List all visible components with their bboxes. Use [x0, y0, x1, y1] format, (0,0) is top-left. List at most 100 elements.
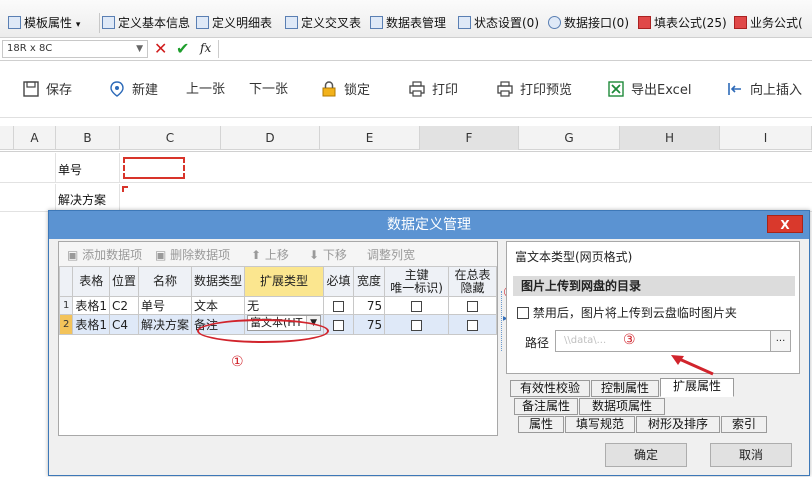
fill-formula-button[interactable]: 填表公式(25)	[638, 14, 727, 32]
business-formula-button[interactable]: 业务公式(	[734, 14, 803, 32]
cell-marker	[122, 186, 128, 192]
chevron-down-icon: ▾	[75, 20, 81, 30]
print-button[interactable]: 打印	[408, 80, 458, 100]
path-input[interactable]: \\data\... ...	[555, 330, 791, 352]
tab-fill-rules[interactable]: 填写规范	[565, 416, 635, 433]
flag-icon	[638, 16, 651, 29]
cross-table-button[interactable]: 定义交叉表	[285, 14, 361, 32]
top-menu-bar: 模板属性 ▾ 定义基本信息 定义明细表 定义交叉表 数据表管理 状态设置(0) …	[0, 0, 812, 38]
template-icon	[8, 16, 21, 29]
basic-info-button[interactable]: 定义基本信息	[102, 14, 190, 32]
data-interface-button[interactable]: 数据接口(0)	[548, 14, 629, 32]
sheet-row: 单号	[0, 153, 812, 183]
cancel-button[interactable]: 取消	[710, 443, 792, 467]
tab-extension[interactable]: 扩展属性	[660, 378, 734, 397]
tab-properties[interactable]: 属性	[518, 416, 564, 433]
adjust-width-button[interactable]: 调整列宽	[367, 246, 415, 263]
column-header-row: A B C D E F G H I	[0, 126, 812, 150]
excel-icon	[608, 81, 624, 97]
tab-control[interactable]: 控制属性	[591, 380, 659, 397]
column-header[interactable]: D	[221, 126, 320, 150]
add-icon: ▣	[67, 248, 79, 262]
path-label: 路径	[525, 336, 550, 350]
sheet-row: 解决方案	[0, 184, 812, 212]
new-button[interactable]: 新建	[108, 80, 158, 100]
browse-button[interactable]: ...	[770, 331, 790, 351]
location-icon	[110, 81, 124, 97]
delete-icon: ▣	[155, 248, 167, 262]
cross-table-icon	[285, 16, 298, 29]
pk-checkbox[interactable]	[411, 319, 423, 331]
tab-tree-sort[interactable]: 树形及排序	[636, 416, 720, 433]
column-header[interactable]: I	[720, 126, 812, 150]
add-item-button[interactable]: ▣ 添加数据项	[67, 246, 142, 263]
data-definition-dialog: 数据定义管理 X ▣ 添加数据项 ▣ 删除数据项 ⬆ 上移 ⬇ 下移 调整列宽 …	[48, 210, 810, 476]
tab-dataitem[interactable]: 数据项属性	[579, 398, 665, 415]
table-row[interactable]: 1 表格1 C2 单号 文本 无 75	[58, 296, 497, 315]
save-button[interactable]: 保存	[22, 80, 72, 100]
tab-validity[interactable]: 有效性校验	[510, 380, 590, 397]
annotation-arrow-icon	[671, 355, 714, 376]
column-header[interactable]: H	[620, 126, 720, 150]
lock-icon	[322, 81, 336, 97]
column-header[interactable]: F	[420, 126, 519, 150]
confirm-icon[interactable]: ✔	[176, 39, 189, 58]
move-down-button[interactable]: ⬇ 下移	[309, 246, 347, 263]
annotation-marker-3: ③	[623, 332, 636, 348]
cancel-icon[interactable]: ✕	[154, 39, 167, 58]
formula-bar: 18R x 8C ▼ ✕ ✔ fx	[0, 38, 812, 61]
cell-reference-box[interactable]: 18R x 8C ▼	[2, 40, 148, 58]
print-preview-icon	[497, 81, 513, 97]
disable-option[interactable]: 禁用后，图片将上传到云盘临时图片夹	[517, 304, 737, 321]
print-preview-button[interactable]: 打印预览	[496, 80, 572, 100]
required-checkbox[interactable]	[332, 319, 344, 331]
section-title: 图片上传到网盘的目录	[513, 276, 795, 296]
required-checkbox[interactable]	[332, 300, 344, 312]
insert-arrow-icon	[728, 83, 741, 95]
cell-label-number: 单号	[58, 163, 83, 177]
data-items-panel: ▣ 添加数据项 ▣ 删除数据项 ⬆ 上移 ⬇ 下移 调整列宽 表格 位置 名称 …	[58, 241, 498, 436]
chevron-down-icon[interactable]: ▼	[136, 41, 143, 57]
table-icon	[196, 16, 209, 29]
cell-label-solution: 解决方案	[58, 193, 107, 207]
hide-checkbox[interactable]	[467, 319, 479, 331]
printer-icon	[409, 81, 425, 97]
column-header[interactable]: A	[14, 126, 56, 150]
formula-input[interactable]	[218, 40, 812, 58]
table-header-row: 表格 位置 名称 数据类型 扩展类型 必填 宽度 主键 唯一标识) 在总表 隐藏	[58, 266, 497, 297]
data-items-toolbar: ▣ 添加数据项 ▣ 删除数据项 ⬆ 上移 ⬇ 下移 调整列宽	[59, 242, 497, 266]
status-icon	[458, 16, 471, 29]
gear-icon	[548, 16, 561, 29]
properties-panel: 富文本类型(网页格式) 图片上传到网盘的目录 禁用后，图片将上传到云盘临时图片夹…	[506, 241, 800, 376]
next-button[interactable]: 下一张	[249, 80, 288, 100]
cell-input-c2[interactable]	[123, 157, 185, 179]
status-setting-button[interactable]: 状态设置(0)	[458, 14, 539, 32]
hide-checkbox[interactable]	[467, 300, 479, 312]
column-header[interactable]: E	[320, 126, 420, 150]
column-header[interactable]: C	[120, 126, 221, 150]
template-props-menu[interactable]: 模板属性 ▾	[8, 14, 80, 32]
detail-table-button[interactable]: 定义明细表	[196, 14, 272, 32]
disable-checkbox[interactable]	[517, 307, 529, 319]
move-up-button[interactable]: ⬆ 上移	[251, 246, 289, 263]
path-value: \\data\...	[564, 335, 607, 346]
column-header[interactable]: G	[519, 126, 620, 150]
pk-checkbox[interactable]	[411, 300, 423, 312]
lock-button[interactable]: 锁定	[320, 80, 370, 100]
ok-button[interactable]: 确定	[605, 443, 687, 467]
tab-remarks[interactable]: 备注属性	[514, 398, 578, 415]
tab-index[interactable]: 索引	[721, 416, 767, 433]
close-button[interactable]: X	[767, 215, 803, 233]
function-icon[interactable]: fx	[200, 41, 211, 55]
form-icon	[102, 16, 115, 29]
table-mgmt-button[interactable]: 数据表管理	[370, 14, 446, 32]
dialog-title: 数据定义管理	[49, 211, 809, 239]
flag-icon	[734, 16, 747, 29]
column-header[interactable]: B	[56, 126, 120, 150]
prev-button[interactable]: 上一张	[186, 80, 225, 100]
insert-up-button[interactable]: 向上插入	[726, 80, 802, 100]
delete-item-button[interactable]: ▣ 删除数据项	[155, 246, 230, 263]
database-icon	[370, 16, 383, 29]
rich-text-type-label: 富文本类型(网页格式)	[515, 250, 633, 264]
export-excel-button[interactable]: 导出Excel	[607, 80, 691, 100]
